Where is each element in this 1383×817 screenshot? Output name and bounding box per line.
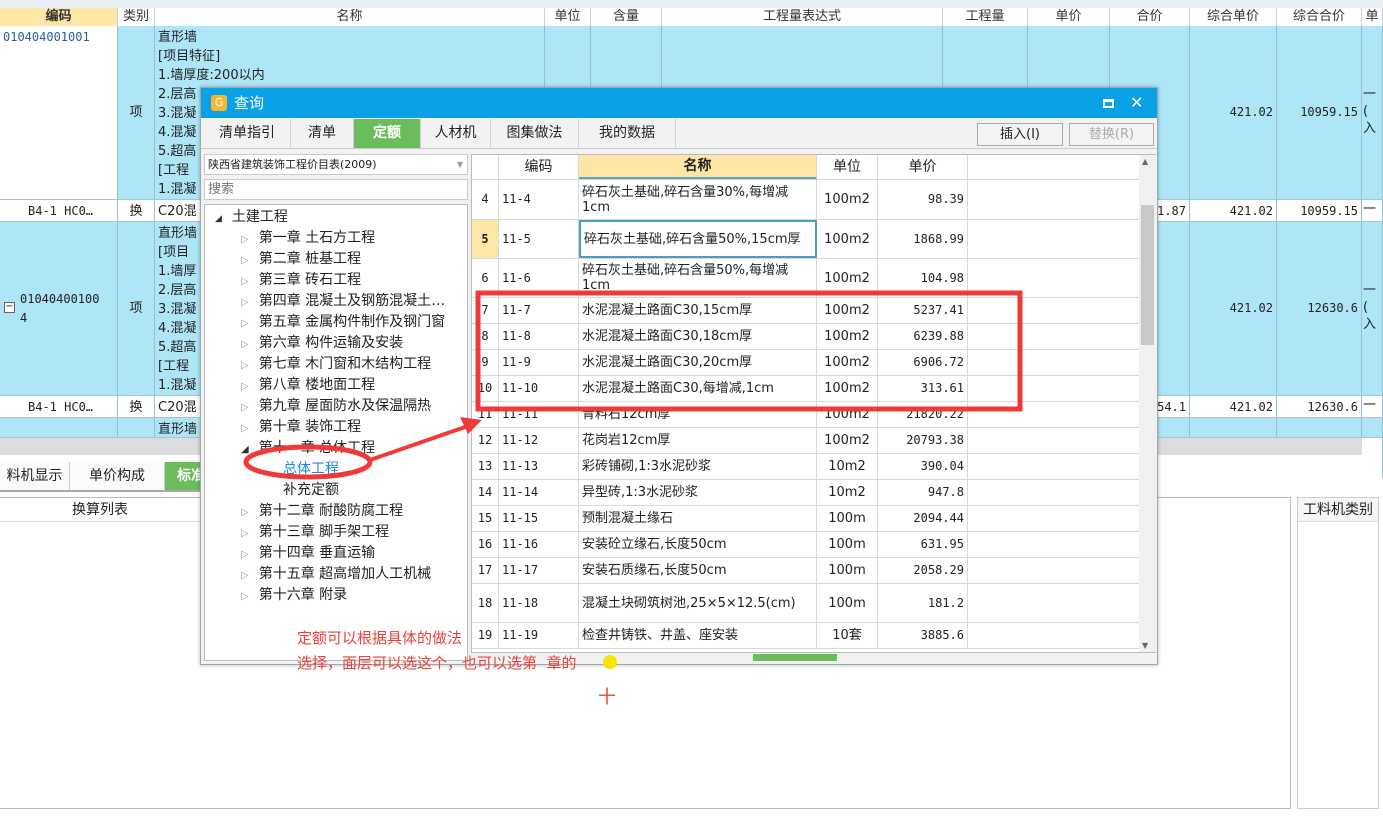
annotation-overlay bbox=[243, 290, 1023, 669]
highlight-rectangle bbox=[475, 290, 1023, 412]
annotation-line-1: 定额可以根据具体的做法 bbox=[297, 629, 463, 647]
annotation-line-2: 选择，面层可以选这个，也可以选第 章的 bbox=[297, 654, 577, 672]
arrow-head-icon bbox=[460, 417, 482, 434]
arrow-line bbox=[369, 424, 469, 462]
cursor-highlight bbox=[603, 655, 617, 669]
highlight-ellipse bbox=[243, 444, 373, 480]
annotation-line-3: 十 bbox=[598, 687, 616, 708]
